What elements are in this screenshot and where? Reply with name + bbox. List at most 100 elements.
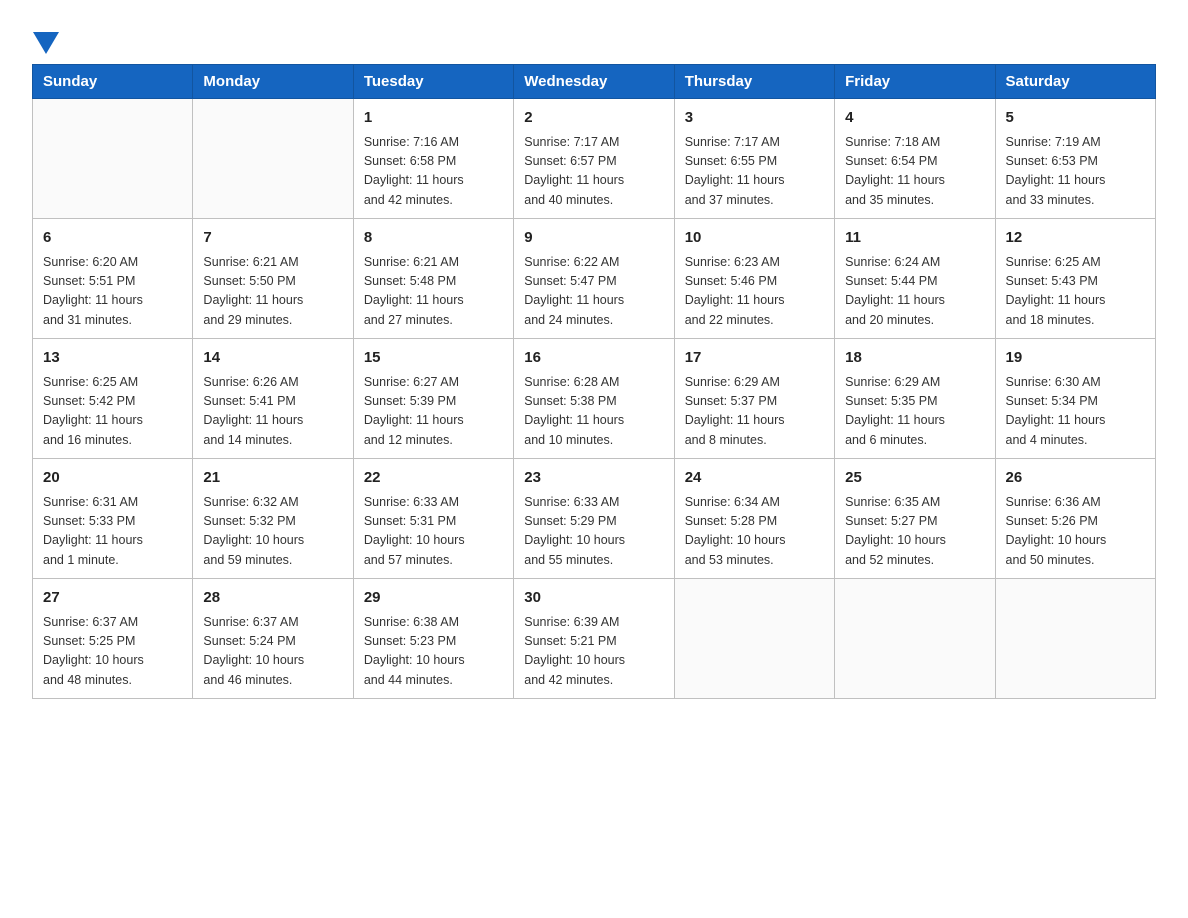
day-info: Sunrise: 6:25 AM Sunset: 5:42 PM Dayligh… (43, 373, 182, 451)
day-info: Sunrise: 6:21 AM Sunset: 5:48 PM Dayligh… (364, 253, 503, 331)
calendar-cell: 8 Sunrise: 6:21 AM Sunset: 5:48 PM Daylig… (353, 219, 513, 339)
calendar-cell: 27 Sunrise: 6:37 AM Sunset: 5:25 PM Dayli… (33, 579, 193, 699)
day-number: 11 (845, 227, 984, 250)
calendar-cell (835, 579, 995, 699)
calendar-cell: 25Sunrise: 6:35 AM Sunset: 5:27 PM Dayli… (835, 459, 995, 579)
day-number: 12 (1006, 227, 1145, 250)
calendar-cell: 17 Sunrise: 6:29 AM Sunset: 5:37 PM Dayli… (674, 339, 834, 459)
day-number: 4 (845, 107, 984, 130)
calendar-cell: 7 Sunrise: 6:21 AM Sunset: 5:50 PM Daylig… (193, 219, 353, 339)
day-info: Sunrise: 6:25 AM Sunset: 5:43 PM Dayligh… (1006, 253, 1145, 331)
calendar-cell: 20 Sunrise: 6:31 AM Sunset: 5:33 PM Dayli… (33, 459, 193, 579)
calendar-cell: 18 Sunrise: 6:29 AM Sunset: 5:35 PM Dayli… (835, 339, 995, 459)
day-number: 7 (203, 227, 342, 250)
weekday-header-thursday: Thursday (674, 65, 834, 99)
day-info: Sunrise: 6:30 AM Sunset: 5:34 PM Dayligh… (1006, 373, 1145, 451)
weekday-header-sunday: Sunday (33, 65, 193, 99)
day-number: 19 (1006, 347, 1145, 370)
day-info: Sunrise: 7:17 AM Sunset: 6:55 PM Dayligh… (685, 133, 824, 211)
calendar-week-row: 27 Sunrise: 6:37 AM Sunset: 5:25 PM Dayli… (33, 579, 1156, 699)
day-number: 24 (685, 467, 824, 490)
day-number: 14 (203, 347, 342, 370)
day-info: Sunrise: 6:38 AM Sunset: 5:23 PM Dayligh… (364, 613, 503, 691)
day-number: 6 (43, 227, 182, 250)
weekday-header-friday: Friday (835, 65, 995, 99)
weekday-header-tuesday: Tuesday (353, 65, 513, 99)
logo (32, 24, 59, 48)
day-info: Sunrise: 7:18 AM Sunset: 6:54 PM Dayligh… (845, 133, 984, 211)
day-number: 16 (524, 347, 663, 370)
day-info: Sunrise: 6:23 AM Sunset: 5:46 PM Dayligh… (685, 253, 824, 331)
calendar-week-row: 1 Sunrise: 7:16 AM Sunset: 6:58 PM Daylig… (33, 99, 1156, 219)
day-info: Sunrise: 6:22 AM Sunset: 5:47 PM Dayligh… (524, 253, 663, 331)
day-info: Sunrise: 6:33 AM Sunset: 5:29 PM Dayligh… (524, 493, 663, 571)
calendar-cell: 28 Sunrise: 6:37 AM Sunset: 5:24 PM Dayli… (193, 579, 353, 699)
calendar-cell: 9Sunrise: 6:22 AM Sunset: 5:47 PM Daylig… (514, 219, 674, 339)
calendar-cell: 29Sunrise: 6:38 AM Sunset: 5:23 PM Dayli… (353, 579, 513, 699)
day-number: 22 (364, 467, 503, 490)
calendar-cell: 12 Sunrise: 6:25 AM Sunset: 5:43 PM Dayli… (995, 219, 1155, 339)
weekday-header-saturday: Saturday (995, 65, 1155, 99)
calendar-table: SundayMondayTuesdayWednesdayThursdayFrid… (32, 64, 1156, 699)
day-number: 28 (203, 587, 342, 610)
weekday-header-monday: Monday (193, 65, 353, 99)
calendar-cell: 24 Sunrise: 6:34 AM Sunset: 5:28 PM Dayli… (674, 459, 834, 579)
calendar-cell: 22 Sunrise: 6:33 AM Sunset: 5:31 PM Dayli… (353, 459, 513, 579)
calendar-week-row: 13 Sunrise: 6:25 AM Sunset: 5:42 PM Dayli… (33, 339, 1156, 459)
day-number: 26 (1006, 467, 1145, 490)
calendar-cell: 26Sunrise: 6:36 AM Sunset: 5:26 PM Dayli… (995, 459, 1155, 579)
calendar-cell: 14 Sunrise: 6:26 AM Sunset: 5:41 PM Dayli… (193, 339, 353, 459)
calendar-cell: 15 Sunrise: 6:27 AM Sunset: 5:39 PM Dayli… (353, 339, 513, 459)
weekday-header-wednesday: Wednesday (514, 65, 674, 99)
calendar-week-row: 6 Sunrise: 6:20 AM Sunset: 5:51 PM Daylig… (33, 219, 1156, 339)
day-info: Sunrise: 6:29 AM Sunset: 5:37 PM Dayligh… (685, 373, 824, 451)
day-number: 17 (685, 347, 824, 370)
day-number: 20 (43, 467, 182, 490)
day-info: Sunrise: 6:37 AM Sunset: 5:24 PM Dayligh… (203, 613, 342, 691)
calendar-week-row: 20 Sunrise: 6:31 AM Sunset: 5:33 PM Dayli… (33, 459, 1156, 579)
day-number: 18 (845, 347, 984, 370)
calendar-cell: 19 Sunrise: 6:30 AM Sunset: 5:34 PM Dayli… (995, 339, 1155, 459)
page-header (32, 24, 1156, 48)
day-number: 30 (524, 587, 663, 610)
day-info: Sunrise: 6:28 AM Sunset: 5:38 PM Dayligh… (524, 373, 663, 451)
day-info: Sunrise: 6:33 AM Sunset: 5:31 PM Dayligh… (364, 493, 503, 571)
day-info: Sunrise: 6:21 AM Sunset: 5:50 PM Dayligh… (203, 253, 342, 331)
calendar-cell: 30Sunrise: 6:39 AM Sunset: 5:21 PM Dayli… (514, 579, 674, 699)
calendar-cell: 10 Sunrise: 6:23 AM Sunset: 5:46 PM Dayli… (674, 219, 834, 339)
calendar-cell: 2Sunrise: 7:17 AM Sunset: 6:57 PM Daylig… (514, 99, 674, 219)
calendar-cell (995, 579, 1155, 699)
calendar-cell: 13 Sunrise: 6:25 AM Sunset: 5:42 PM Dayli… (33, 339, 193, 459)
day-info: Sunrise: 6:31 AM Sunset: 5:33 PM Dayligh… (43, 493, 182, 571)
day-info: Sunrise: 7:19 AM Sunset: 6:53 PM Dayligh… (1006, 133, 1145, 211)
day-number: 27 (43, 587, 182, 610)
day-info: Sunrise: 7:16 AM Sunset: 6:58 PM Dayligh… (364, 133, 503, 211)
calendar-cell (33, 99, 193, 219)
day-number: 5 (1006, 107, 1145, 130)
day-number: 3 (685, 107, 824, 130)
day-info: Sunrise: 6:26 AM Sunset: 5:41 PM Dayligh… (203, 373, 342, 451)
calendar-cell: 3 Sunrise: 7:17 AM Sunset: 6:55 PM Daylig… (674, 99, 834, 219)
calendar-cell: 6 Sunrise: 6:20 AM Sunset: 5:51 PM Daylig… (33, 219, 193, 339)
day-number: 25 (845, 467, 984, 490)
day-number: 2 (524, 107, 663, 130)
logo-arrow-icon (33, 26, 59, 54)
weekday-header-row: SundayMondayTuesdayWednesdayThursdayFrid… (33, 65, 1156, 99)
day-info: Sunrise: 6:32 AM Sunset: 5:32 PM Dayligh… (203, 493, 342, 571)
day-number: 8 (364, 227, 503, 250)
calendar-cell (193, 99, 353, 219)
day-info: Sunrise: 6:37 AM Sunset: 5:25 PM Dayligh… (43, 613, 182, 691)
calendar-cell: 1 Sunrise: 7:16 AM Sunset: 6:58 PM Daylig… (353, 99, 513, 219)
day-info: Sunrise: 6:34 AM Sunset: 5:28 PM Dayligh… (685, 493, 824, 571)
day-number: 15 (364, 347, 503, 370)
day-number: 21 (203, 467, 342, 490)
day-number: 23 (524, 467, 663, 490)
day-info: Sunrise: 6:27 AM Sunset: 5:39 PM Dayligh… (364, 373, 503, 451)
day-number: 10 (685, 227, 824, 250)
calendar-cell: 23 Sunrise: 6:33 AM Sunset: 5:29 PM Dayli… (514, 459, 674, 579)
day-info: Sunrise: 6:20 AM Sunset: 5:51 PM Dayligh… (43, 253, 182, 331)
calendar-cell: 11Sunrise: 6:24 AM Sunset: 5:44 PM Dayli… (835, 219, 995, 339)
day-number: 1 (364, 107, 503, 130)
day-number: 13 (43, 347, 182, 370)
day-info: Sunrise: 6:29 AM Sunset: 5:35 PM Dayligh… (845, 373, 984, 451)
